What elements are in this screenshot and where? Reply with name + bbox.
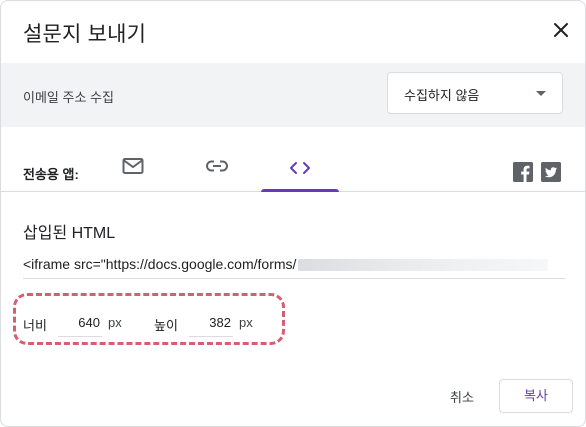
- code-icon: [290, 162, 310, 174]
- collect-email-selected-value: 수집하지 않음: [404, 88, 480, 103]
- email-icon: [122, 158, 144, 174]
- height-input[interactable]: 382: [189, 308, 233, 337]
- embed-html-title: 삽입된 HTML: [23, 225, 116, 242]
- width-value: 640: [78, 315, 100, 330]
- close-button[interactable]: [549, 18, 573, 42]
- dropdown-arrow-icon: [536, 91, 546, 96]
- embed-code-field[interactable]: <iframe src="https://docs.google.com/for…: [23, 256, 565, 279]
- link-icon: [206, 160, 228, 172]
- active-tab-indicator: [261, 189, 339, 192]
- send-via-tabs: 전송용 앱:: [1, 127, 585, 192]
- height-unit: px: [239, 315, 253, 330]
- collect-email-label: 이메일 주소 수집: [23, 90, 114, 105]
- dialog-header: 설문지 보내기: [1, 1, 585, 63]
- tab-email[interactable]: [122, 157, 144, 191]
- twitter-share-button[interactable]: [541, 162, 561, 182]
- copy-button[interactable]: 복사: [499, 379, 573, 413]
- dialog-title: 설문지 보내기: [23, 23, 147, 46]
- embed-code-text: <iframe src="https://docs.google.com/for…: [23, 256, 297, 272]
- facebook-icon: [513, 162, 533, 182]
- width-unit: px: [108, 315, 122, 330]
- twitter-icon: [541, 162, 561, 182]
- height-label: 높이: [154, 318, 178, 333]
- height-value: 382: [209, 315, 231, 330]
- width-input[interactable]: 640: [58, 308, 102, 337]
- tab-link[interactable]: [205, 157, 229, 191]
- collect-email-row: 이메일 주소 수집 수집하지 않음: [1, 63, 585, 127]
- tab-embed-html[interactable]: [261, 157, 339, 192]
- cancel-button[interactable]: 취소: [450, 387, 474, 406]
- collect-email-select[interactable]: 수집하지 않음: [387, 72, 563, 114]
- embed-code-blurred: [298, 259, 549, 272]
- send-via-label: 전송용 앱:: [23, 167, 79, 182]
- facebook-share-button[interactable]: [513, 162, 533, 182]
- width-label: 너비: [23, 318, 47, 333]
- close-icon: [554, 23, 568, 37]
- send-form-dialog: 설문지 보내기 이메일 주소 수집 수집하지 않음 전송용 앱: 삽입된 HTM…: [0, 0, 586, 427]
